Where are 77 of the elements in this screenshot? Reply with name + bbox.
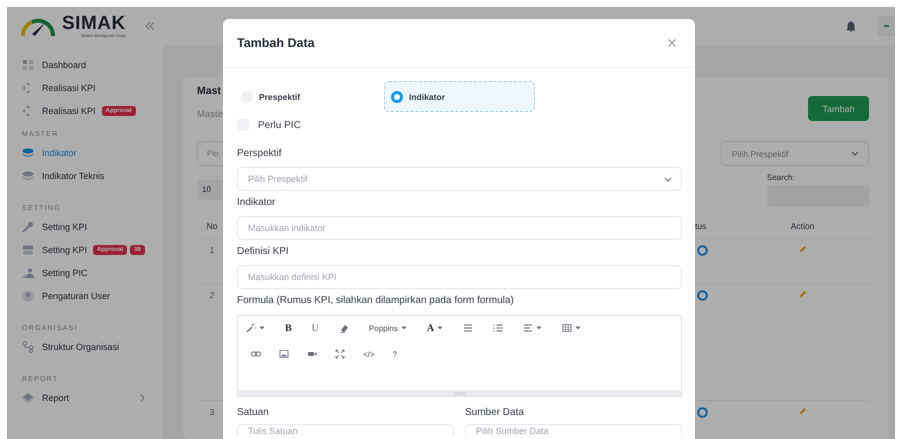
table-cell-text: 1 xyxy=(208,244,216,257)
radio-option[interactable]: Prespektif xyxy=(237,81,384,112)
column-header: Action xyxy=(790,221,816,231)
menu-button[interactable] xyxy=(877,16,895,36)
page-title: Mast xyxy=(197,84,221,99)
toolbar-button[interactable] xyxy=(523,323,542,333)
sidebar-item[interactable]: Report xyxy=(7,386,163,410)
logo-title: SIMAK xyxy=(62,14,126,32)
numbered-list-icon xyxy=(493,323,504,333)
chevron-right-icon xyxy=(140,394,145,402)
sidebar-item[interactable]: Realisasi KPI xyxy=(7,76,163,100)
toolbar-button[interactable] xyxy=(279,349,289,359)
toolbar-button[interactable]: </> xyxy=(363,350,375,358)
caret-icon xyxy=(259,326,265,330)
checkbox-label: Perlu PIC xyxy=(258,120,301,130)
text-field[interactable]: Tulis Satuan xyxy=(237,424,454,437)
field-label: Formula (Rumus KPI, silahkan dilampirkan pada form formula) xyxy=(237,294,515,308)
column-header: No xyxy=(206,221,218,231)
sidebar-item[interactable]: Struktur Organisasi xyxy=(7,336,163,358)
toolbar-button[interactable]: U xyxy=(312,322,319,334)
nodes-icon xyxy=(22,341,34,353)
align-icon xyxy=(523,323,534,333)
sidebar-item[interactable]: Setting KPI xyxy=(7,216,163,238)
toolbar-button[interactable] xyxy=(246,323,265,333)
toolbar-button[interactable]: B xyxy=(285,322,292,334)
chevron-down-icon xyxy=(664,176,672,182)
diamond-icon xyxy=(22,392,34,404)
ring-icon xyxy=(697,407,708,418)
caret-icon xyxy=(400,326,407,330)
toolbar-button[interactable] xyxy=(463,323,474,333)
toolbar-button[interactable] xyxy=(251,349,261,359)
bell-icon[interactable] xyxy=(846,20,856,32)
caret-icon xyxy=(575,326,582,330)
toolbar-button[interactable] xyxy=(338,323,349,333)
sidebar-item[interactable]: Indikator Teknis xyxy=(7,164,163,188)
sidebar-item[interactable]: Dashboard xyxy=(7,54,163,76)
column-header: tus xyxy=(694,221,708,231)
table-cell-text: 3 xyxy=(208,406,216,419)
field-label: Satuan xyxy=(237,406,270,420)
ring-icon xyxy=(697,245,708,256)
link-icon xyxy=(251,349,261,359)
chevron-down-icon xyxy=(851,151,859,156)
magic-wand-icon xyxy=(246,323,256,333)
radio-option[interactable]: Indikator xyxy=(384,81,535,112)
toolbar-button[interactable] xyxy=(307,349,317,359)
toolbar-button[interactable] xyxy=(562,323,582,333)
caret-icon xyxy=(437,326,444,330)
sidebar-item[interactable]: Setting PIC xyxy=(7,262,163,284)
list-icon xyxy=(463,323,474,333)
toolbar-button[interactable]: Poppins xyxy=(368,324,407,332)
text-field[interactable]: Pilih Sumber Data xyxy=(465,424,682,437)
caret-icon xyxy=(536,326,542,330)
dash-icon xyxy=(884,25,888,27)
toolbar-button[interactable]: A xyxy=(426,322,444,334)
sidebar-item[interactable]: Pengaturan User xyxy=(7,284,163,308)
ring-icon xyxy=(697,290,708,301)
modal-title: Tambah Data xyxy=(237,36,315,50)
wrench-icon xyxy=(22,221,34,233)
table-icon xyxy=(562,323,572,333)
fullscreen-icon xyxy=(335,349,345,359)
search-label: Search: xyxy=(767,172,796,184)
rich-text-editor[interactable]: B U Poppins A </> ? xyxy=(237,315,682,397)
field-label: Sumber Data xyxy=(465,406,525,420)
video-icon xyxy=(307,349,317,359)
text-field[interactable]: Masukkan indikator xyxy=(237,216,682,240)
toolbar-button[interactable]: ? xyxy=(392,350,398,358)
field-label: Definisi KPI xyxy=(237,245,290,259)
close-icon[interactable] xyxy=(668,39,676,47)
text-field[interactable]: Masukkan definisi KPI xyxy=(237,265,682,289)
radio-circle-icon xyxy=(391,90,403,102)
image-icon xyxy=(279,349,289,359)
toolbar-button[interactable] xyxy=(335,349,345,359)
field-label: Perspektif xyxy=(237,147,282,161)
eraser-icon xyxy=(338,323,349,333)
toolbar-button[interactable] xyxy=(493,323,504,333)
page-subtitle: Maste xyxy=(197,108,223,122)
table-cell-text: 2 xyxy=(208,289,216,302)
